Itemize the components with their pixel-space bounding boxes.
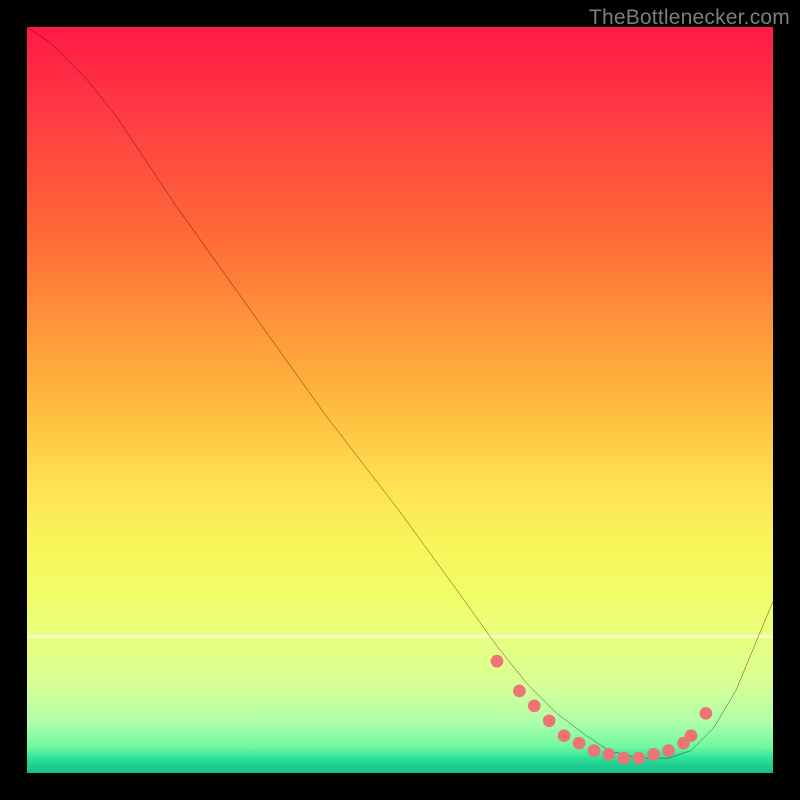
marker-dot <box>528 700 541 713</box>
marker-group <box>491 655 713 765</box>
chart-svg <box>27 27 773 773</box>
marker-dot <box>632 752 645 765</box>
marker-dot <box>617 752 630 765</box>
watermark-text: TheBottlenecker.com <box>589 6 790 30</box>
marker-dot <box>588 744 601 757</box>
marker-dot <box>558 729 571 742</box>
marker-dot <box>685 729 698 742</box>
curve-line <box>27 27 773 758</box>
marker-dot <box>573 737 586 750</box>
marker-dot <box>491 655 504 668</box>
marker-dot <box>543 714 556 727</box>
marker-dot <box>700 707 713 720</box>
marker-dot <box>513 685 526 698</box>
marker-dot <box>603 748 616 761</box>
chart-area <box>27 27 773 773</box>
marker-dot <box>662 744 675 757</box>
marker-dot <box>647 748 660 761</box>
